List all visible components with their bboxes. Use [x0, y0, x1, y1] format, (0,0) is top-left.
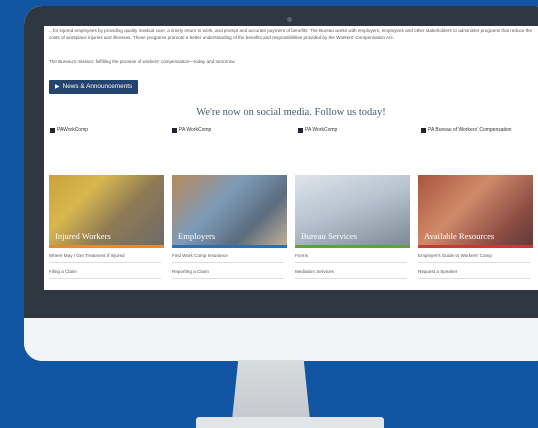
card-available-resources[interactable]: Available Resources: [418, 175, 533, 248]
social-link-facebook[interactable]: PAWorkComp: [50, 127, 88, 133]
news-announcements-button[interactable]: ▶ News & Announcements: [49, 80, 139, 94]
twitter-icon: [172, 127, 177, 133]
link-filing-claim[interactable]: Filing a Claim: [49, 269, 77, 274]
card-title: Injured Workers: [55, 231, 111, 241]
news-button-label: News & Announcements: [62, 83, 133, 90]
card-accent-bar: [49, 245, 164, 248]
link-mediation[interactable]: Mediation Services: [295, 269, 334, 274]
divider: [418, 278, 530, 279]
monitor-foot: [196, 417, 384, 428]
mission-text: The Bureau's mission: fulfilling the pro…: [49, 59, 236, 64]
divider: [418, 262, 530, 263]
social-heading: We're now on social media. Follow us tod…: [196, 107, 386, 118]
link-find-insurance[interactable]: Find Work Comp Insurance: [172, 253, 228, 258]
monitor-stand: [232, 360, 310, 420]
intro-paragraph: ...for injured employees by providing qu…: [49, 28, 533, 40]
card-accent-bar: [172, 245, 287, 248]
youtube-icon: [298, 127, 303, 133]
link-treatment[interactable]: Where May I Get Treatment if Injured: [49, 253, 125, 258]
card-bureau-services[interactable]: Bureau Services: [295, 175, 410, 248]
link-employers-guide[interactable]: Employer's Guide to Workers' Comp: [418, 253, 492, 258]
divider: [172, 262, 284, 263]
monitor-chin: [24, 318, 538, 361]
divider: [295, 278, 407, 279]
linkedin-icon: [421, 127, 426, 133]
divider: [172, 278, 284, 279]
social-link-twitter[interactable]: PA WorkComp: [172, 127, 211, 133]
card-title: Bureau Services: [301, 231, 358, 241]
link-request-speaker[interactable]: Request a Speaker: [418, 269, 457, 274]
divider: [49, 278, 161, 279]
card-title: Employers: [178, 231, 216, 241]
camera-dot: [287, 17, 292, 22]
link-reporting-claim[interactable]: Reporting a Claim: [172, 269, 209, 274]
megaphone-icon: ▶: [55, 84, 60, 90]
website-screen: ...for injured employees by providing qu…: [44, 26, 538, 290]
card-accent-bar: [418, 245, 533, 248]
divider: [295, 262, 407, 263]
link-forms[interactable]: Forms: [295, 253, 308, 258]
social-link-youtube[interactable]: PA WorkComp: [298, 127, 337, 133]
card-accent-bar: [295, 245, 410, 248]
divider: [49, 262, 161, 263]
card-title: Available Resources: [424, 231, 495, 241]
facebook-icon: [50, 127, 55, 133]
card-injured-workers[interactable]: Injured Workers: [49, 175, 164, 248]
social-link-linkedin[interactable]: PA Bureau of Workers' Compensation: [421, 127, 512, 133]
card-employers[interactable]: Employers: [172, 175, 287, 248]
